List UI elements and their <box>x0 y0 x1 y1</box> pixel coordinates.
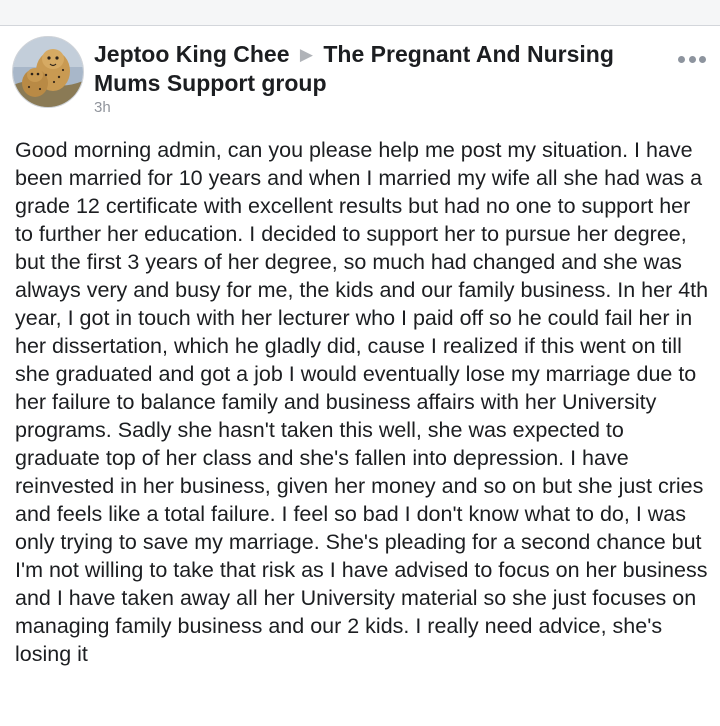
more-dot <box>688 55 696 63</box>
post-body-text: Good morning admin, can you please help … <box>15 138 709 666</box>
post-title-line: Jeptoo King Chee ▶ The Pregnant And Nurs… <box>94 40 664 98</box>
cheetah-profile-photo <box>13 37 83 107</box>
more-dot <box>699 55 706 63</box>
post-header: Jeptoo King Chee ▶ The Pregnant And Nurs… <box>94 40 664 116</box>
author-avatar[interactable] <box>12 36 84 108</box>
post-timestamp[interactable]: 3h <box>94 99 664 116</box>
feed-divider <box>0 0 720 26</box>
more-options-icon[interactable] <box>678 54 706 64</box>
author-name[interactable]: Jeptoo King Chee <box>94 41 290 67</box>
more-dot <box>678 55 685 63</box>
right-triangle-icon: ▶ <box>299 45 313 64</box>
feed-post: Jeptoo King Chee ▶ The Pregnant And Nurs… <box>0 26 720 726</box>
